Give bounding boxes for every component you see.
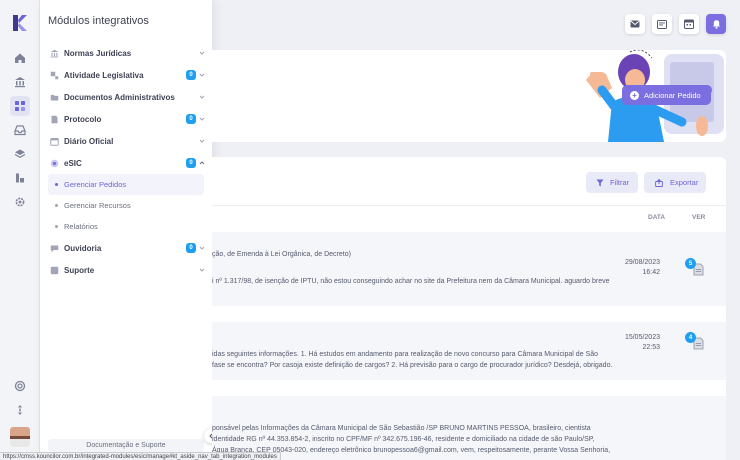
add-request-button[interactable]: + Adicionar Pedido	[622, 85, 711, 105]
chevron-down-icon	[199, 139, 205, 143]
calendar-button[interactable]	[679, 14, 699, 34]
reports-icon[interactable]	[10, 168, 30, 188]
app-logo-icon[interactable]	[11, 13, 29, 33]
modules-panel: Módulos integrativos Normas Jurídicas At…	[40, 0, 212, 460]
layers-icon[interactable]	[10, 144, 30, 164]
submenu-gerenciar-recursos[interactable]: Gerenciar Recursos	[40, 195, 212, 216]
submenu-label: Gerenciar Recursos	[64, 201, 131, 210]
add-request-label: Adicionar Pedido	[644, 90, 701, 100]
bullet-icon	[55, 225, 58, 228]
row-description: fase se encontra? Por casoja existe defi…	[212, 362, 613, 369]
folder-icon	[50, 93, 59, 102]
settings-gear-icon[interactable]	[10, 192, 30, 212]
menu-item-label: Atividade Legislativa	[64, 70, 144, 80]
count-badge: 0	[186, 158, 196, 168]
bell-icon	[712, 20, 720, 29]
menu-item-normas-juridicas[interactable]: Normas Jurídicas	[40, 42, 212, 64]
submenu-label: Gerenciar Pedidos	[64, 180, 127, 189]
menu-item-label: eSIC	[64, 158, 82, 168]
avatar[interactable]	[10, 427, 30, 447]
chevron-down-icon	[199, 246, 205, 250]
expand-arrows-icon[interactable]	[10, 400, 30, 420]
menu-item-esic[interactable]: eSIC 0	[40, 152, 212, 174]
info-circle-icon	[50, 159, 59, 168]
count-badge: 0	[186, 114, 196, 124]
docs-support-button[interactable]: Documentação e Suporte	[48, 439, 204, 453]
chevron-down-icon	[199, 117, 205, 121]
row-description: identidade RG nº 44.353.854-2, inscrito …	[212, 436, 595, 443]
row-description: i nº 1.317/98, de isenção de IPTU, não e…	[212, 278, 610, 285]
row-time: 22:53	[642, 344, 660, 351]
menu-item-label: Protocolo	[64, 114, 102, 124]
notifications-button[interactable]	[706, 14, 726, 34]
filter-label: Filtrar	[610, 178, 630, 187]
calendar-icon	[684, 19, 694, 29]
row-date: 29/08/2023	[624, 259, 660, 266]
menu-item-documentos-administrativos[interactable]: Documentos Administrativos	[40, 86, 212, 108]
row-subject: ção, de Emenda à Lei Orgânica, de Decret…	[212, 251, 351, 258]
submenu-gerenciar-pedidos[interactable]: Gerenciar Pedidos	[48, 174, 204, 195]
column-header-view: VER	[692, 214, 706, 221]
row-subject: idas seguintes informações. 1. Há estudo…	[212, 351, 598, 358]
panel-title: Módulos integrativos	[48, 15, 149, 27]
export-icon	[655, 178, 663, 187]
notes-button[interactable]	[652, 14, 672, 34]
modules-grid-icon[interactable]	[10, 96, 30, 116]
response-count-badge: 4	[685, 332, 696, 343]
column-header-date: DATA	[648, 214, 666, 221]
menu-item-label: Diário Oficial	[64, 136, 114, 146]
export-label: Exportar	[670, 178, 699, 187]
filter-funnel-icon	[596, 179, 604, 186]
menu-item-label: Normas Jurídicas	[64, 48, 132, 58]
chevron-down-icon	[199, 73, 205, 77]
institution-icon	[50, 49, 59, 58]
bullet-icon	[55, 183, 58, 186]
chat-icon	[50, 244, 59, 253]
filter-button[interactable]: Filtrar	[586, 172, 638, 193]
submenu-label: Relatórios	[64, 222, 98, 231]
support-icon	[50, 266, 59, 275]
messages-button[interactable]	[625, 14, 645, 34]
count-badge: 0	[186, 243, 196, 253]
export-button[interactable]: Exportar	[644, 172, 706, 193]
browser-status-url: https://cmss.kouncilor.com.br/integrated…	[0, 452, 281, 460]
row-subject: ponsável pelas Informações da Câmara Mun…	[212, 425, 591, 432]
modules-menu: Normas Jurídicas Atividade Legislativa 0…	[40, 42, 212, 281]
row-date: 15/05/2023	[624, 334, 660, 341]
row-time: 16:42	[642, 269, 660, 276]
menu-item-diario-oficial[interactable]: Diário Oficial	[40, 130, 212, 152]
chevron-down-icon	[199, 51, 205, 55]
divider	[212, 205, 726, 206]
document-icon	[50, 115, 59, 124]
count-badge: 0	[186, 70, 196, 80]
envelope-icon	[630, 20, 640, 28]
chevron-down-icon	[199, 95, 205, 99]
icon-rail	[0, 0, 40, 460]
inbox-icon[interactable]	[10, 120, 30, 140]
menu-item-label: Documentos Administrativos	[64, 92, 175, 102]
chevron-down-icon	[199, 268, 205, 272]
bullet-icon	[55, 204, 58, 207]
menu-item-protocolo[interactable]: Protocolo 0	[40, 108, 212, 130]
home-icon[interactable]	[10, 48, 30, 68]
institution-icon[interactable]	[10, 72, 30, 92]
menu-item-label: Suporte	[64, 265, 95, 275]
support-lifebuoy-icon[interactable]	[10, 376, 30, 396]
chevron-up-icon	[199, 161, 205, 165]
note-icon	[657, 19, 667, 29]
submenu-relatorios[interactable]: Relatórios	[40, 216, 212, 237]
menu-item-suporte[interactable]: Suporte	[40, 259, 212, 281]
menu-item-label: Ouvidoria	[64, 243, 102, 253]
menu-item-ouvidoria[interactable]: Ouvidoria 0	[40, 237, 212, 259]
plus-icon: +	[630, 90, 639, 100]
gavel-icon	[50, 71, 59, 80]
response-count-badge: 5	[685, 258, 696, 269]
menu-item-atividade-legislativa[interactable]: Atividade Legislativa 0	[40, 64, 212, 86]
calendar-icon	[50, 137, 59, 146]
